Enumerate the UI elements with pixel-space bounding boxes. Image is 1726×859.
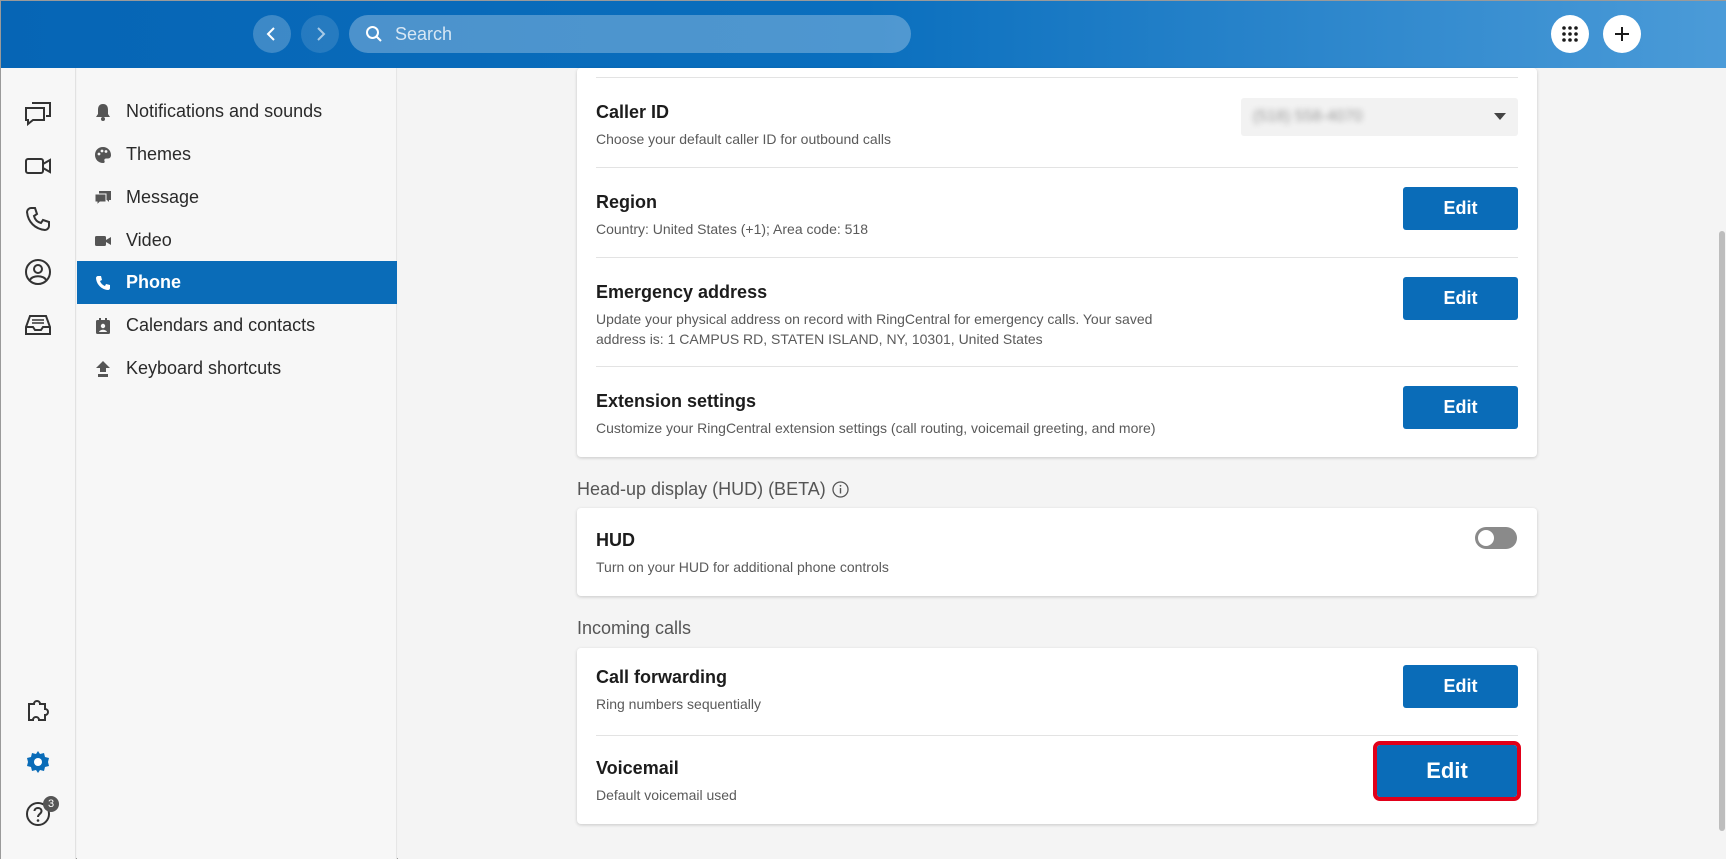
- sidebar-item-themes[interactable]: Themes: [77, 133, 397, 176]
- search-input[interactable]: [395, 23, 875, 45]
- puzzle-icon: [28, 700, 49, 721]
- call-forwarding-row: Call forwarding Ring numbers sequentiall…: [596, 667, 1518, 714]
- plus-icon: [1615, 27, 1629, 41]
- divider: [596, 735, 1518, 736]
- hud-section-label: Head-up display (HUD) (BETA): [577, 479, 849, 500]
- incoming-calls-card: Call forwarding Ring numbers sequentiall…: [577, 648, 1537, 824]
- emergency-address-desc-line1: Update your physical address on record w…: [596, 311, 1153, 327]
- sidebar-item-label: Video: [126, 230, 172, 250]
- sidebar-item-label: Themes: [126, 144, 192, 164]
- contacts-icon: [92, 315, 114, 337]
- search-icon: [366, 26, 382, 42]
- search-bar[interactable]: [349, 15, 911, 53]
- shortcut-icon: [92, 358, 114, 380]
- sidebar-item-label: Calendars and contacts: [126, 315, 316, 335]
- top-bar: [1, 1, 1726, 68]
- sidebar-item-label: Notifications and sounds: [126, 101, 323, 121]
- user-circle-icon: [25, 259, 51, 285]
- palette-icon: [92, 144, 114, 166]
- video-icon: [92, 230, 114, 252]
- app-rail: [1, 68, 76, 859]
- hud-toggle[interactable]: [1475, 527, 1517, 549]
- gear-icon: [27, 751, 49, 773]
- sidebar-item-label: Phone: [126, 272, 182, 292]
- chat-icon: [92, 187, 114, 209]
- bell-icon: [92, 101, 114, 123]
- divider: [596, 167, 1518, 168]
- region-row: Region Country: United States (+1); Area…: [596, 192, 1518, 239]
- chat-bubbles-icon: [25, 102, 51, 126]
- call-forwarding-edit-button[interactable]: Edit: [1403, 665, 1518, 708]
- toggle-knob: [1478, 530, 1494, 546]
- hud-title: HUD: [596, 530, 635, 550]
- video-rail-button[interactable]: [23, 151, 53, 181]
- sidebar-item-keyboard-shortcuts[interactable]: Keyboard shortcuts: [77, 347, 397, 390]
- hud-card: HUD Turn on your HUD for additional phon…: [577, 508, 1537, 596]
- sidebar-item-label: Message: [126, 187, 200, 207]
- divider: [596, 366, 1518, 367]
- caller-id-select[interactable]: (518) 558-4070: [1241, 98, 1518, 136]
- sidebar-item-notifications[interactable]: Notifications and sounds: [77, 90, 397, 133]
- dialpad-button[interactable]: [1551, 15, 1589, 53]
- chevron-left-icon: [266, 27, 275, 41]
- forward-button[interactable]: [301, 15, 339, 53]
- hud-desc: Turn on your HUD for additional phone co…: [596, 559, 889, 575]
- info-icon[interactable]: [832, 481, 849, 498]
- sidebar-item-label: Keyboard shortcuts: [126, 358, 282, 378]
- voicemail-edit-button[interactable]: Edit: [1373, 741, 1521, 801]
- region-desc: Country: United States (+1); Area code: …: [596, 221, 868, 237]
- dialpad-icon: [1562, 26, 1578, 42]
- apps-rail-button[interactable]: [23, 694, 53, 724]
- contacts-rail-button[interactable]: [23, 257, 53, 287]
- hud-section-title: Head-up display (HUD) (BETA): [577, 479, 826, 499]
- extension-settings-row: Extension settings Customize your RingCe…: [596, 391, 1518, 438]
- divider: [596, 257, 1518, 258]
- emergency-address-row: Emergency address Update your physical a…: [596, 282, 1518, 349]
- emergency-address-edit-button[interactable]: Edit: [1403, 277, 1518, 320]
- inbox-tray-icon: [25, 315, 51, 335]
- incoming-calls-section-label: Incoming calls: [577, 618, 691, 639]
- sidebar-item-message[interactable]: Message: [77, 176, 397, 219]
- settings-rail-button[interactable]: [23, 747, 53, 777]
- help-notification-badge: 3: [43, 796, 59, 812]
- caret-down-icon: [1494, 113, 1506, 120]
- region-title: Region: [596, 192, 657, 212]
- content-scrollbar[interactable]: [1719, 231, 1725, 831]
- add-button[interactable]: [1603, 15, 1641, 53]
- incoming-calls-section-title: Incoming calls: [577, 618, 692, 638]
- call-forwarding-title: Call forwarding: [596, 667, 728, 687]
- extension-settings-desc: Customize your RingCentral extension set…: [596, 420, 1156, 436]
- caller-id-value: (518) 558-4070: [1253, 108, 1363, 125]
- sidebar-item-calendars[interactable]: Calendars and contacts: [77, 304, 397, 347]
- extension-settings-title: Extension settings: [596, 391, 757, 411]
- sidebar-item-video[interactable]: Video: [77, 219, 397, 262]
- extension-settings-edit-button[interactable]: Edit: [1403, 386, 1518, 429]
- emergency-address-title: Emergency address: [596, 282, 768, 302]
- chevron-right-icon: [317, 27, 326, 41]
- phone-icon: [92, 272, 114, 294]
- emergency-address-desc-line2: address is: 1 CAMPUS RD, STATEN ISLAND, …: [596, 331, 1043, 347]
- video-camera-icon: [25, 158, 51, 174]
- phone-handset-icon: [25, 207, 50, 232]
- settings-sidebar: Notifications and sounds Themes Message …: [77, 68, 397, 859]
- back-button[interactable]: [253, 15, 291, 53]
- hud-row: HUD Turn on your HUD for additional phon…: [596, 530, 1518, 577]
- divider: [596, 77, 1518, 78]
- phone-rail-button[interactable]: [23, 204, 53, 234]
- call-forwarding-desc: Ring numbers sequentially: [596, 696, 761, 712]
- messages-rail-button[interactable]: [23, 98, 53, 128]
- sidebar-item-phone[interactable]: Phone: [77, 261, 397, 304]
- region-edit-button[interactable]: Edit: [1403, 187, 1518, 230]
- inbox-rail-button[interactable]: [23, 310, 53, 340]
- emergency-address-desc: Update your physical address on record w…: [596, 309, 1518, 349]
